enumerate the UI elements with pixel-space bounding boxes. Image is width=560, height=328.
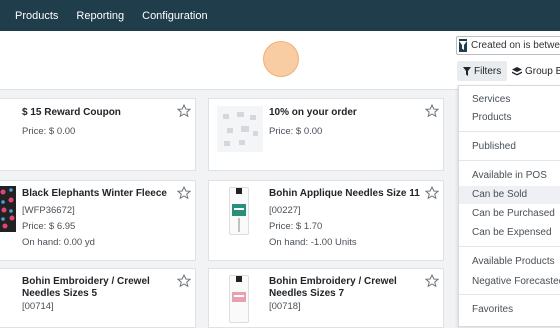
product-price: Price: $ 1.70 xyxy=(269,221,323,232)
product-image xyxy=(0,186,16,232)
product-card[interactable]: Bohin Applique Needles Size 11 [00227] P… xyxy=(208,180,444,261)
product-reference: [00714] xyxy=(22,301,54,312)
divider xyxy=(459,160,560,161)
product-onhand: On hand: -1.00 Units xyxy=(269,237,357,248)
click-indicator xyxy=(263,41,299,77)
menu-configuration[interactable]: Configuration xyxy=(142,10,207,22)
star-icon[interactable] xyxy=(177,186,191,200)
filter-can-be-sold[interactable]: Can be Sold xyxy=(472,189,527,200)
star-icon[interactable] xyxy=(425,186,439,200)
product-name: Bohin Embroidery / Crewel Needles Sizes … xyxy=(269,276,397,299)
top-navbar: Products Reporting Configuration xyxy=(0,0,560,31)
filter-available-in-pos[interactable]: Available in POS xyxy=(472,170,547,181)
facet-label: Created on is between xyxy=(471,40,560,51)
product-price: Price: $ 6.95 xyxy=(22,221,76,232)
filter-services[interactable]: Services xyxy=(472,94,510,105)
menu-products[interactable]: Products xyxy=(15,10,58,22)
product-image xyxy=(229,187,249,235)
product-price: Price: $ 0.00 xyxy=(269,126,323,137)
search-facet[interactable]: Created on is between xyxy=(456,36,560,55)
layers-icon xyxy=(512,66,522,75)
filters-dropdown: Services Products Published Available in… xyxy=(458,85,560,327)
product-name: 10% on your order xyxy=(269,107,357,118)
filter-available-products[interactable]: Available Products xyxy=(472,256,555,267)
product-card[interactable]: Black Elephants Winter Fleece [WFP36672]… xyxy=(0,180,196,261)
product-reference: [00718] xyxy=(269,301,301,312)
product-card[interactable]: Bohin Embroidery / Crewel Needles Sizes … xyxy=(208,268,444,328)
filter-icon xyxy=(459,39,467,52)
star-icon[interactable] xyxy=(425,104,439,118)
product-image xyxy=(217,106,263,152)
menu-reporting[interactable]: Reporting xyxy=(76,10,124,22)
divider xyxy=(459,131,560,132)
filters-label: Filters xyxy=(474,65,502,77)
star-icon[interactable] xyxy=(425,274,439,288)
filter-can-be-purchased[interactable]: Can be Purchased xyxy=(472,208,555,219)
product-name: Bohin Embroidery / Crewel Needles Sizes … xyxy=(22,276,150,299)
filters-button[interactable]: Filters xyxy=(457,61,508,81)
filter-can-be-expensed[interactable]: Can be Expensed xyxy=(472,227,552,238)
product-card[interactable]: Bohin Embroidery / Crewel Needles Sizes … xyxy=(0,268,196,328)
funnel-icon xyxy=(463,66,471,76)
divider xyxy=(459,294,560,295)
group-by-label: Group By xyxy=(525,65,560,77)
product-name: Black Elephants Winter Fleece xyxy=(22,188,167,199)
product-reference: [00227] xyxy=(269,205,301,216)
product-card[interactable]: 10% on your order Price: $ 0.00 xyxy=(208,98,444,171)
group-by-button[interactable]: Group By xyxy=(512,61,560,81)
product-name: Bohin Applique Needles Size 11 xyxy=(269,188,420,199)
product-name: $ 15 Reward Coupon xyxy=(22,107,121,118)
filter-favorites[interactable]: Favorites xyxy=(472,304,513,315)
product-price: Price: $ 0.00 xyxy=(22,126,76,137)
product-image xyxy=(229,275,249,323)
filter-negative-forecasted[interactable]: Negative Forecasted xyxy=(472,276,560,287)
star-icon[interactable] xyxy=(177,274,191,288)
filter-products[interactable]: Products xyxy=(472,112,511,123)
filter-published[interactable]: Published xyxy=(472,141,516,152)
product-onhand: On hand: 0.00 yd xyxy=(22,237,95,248)
star-icon[interactable] xyxy=(177,104,191,118)
divider xyxy=(459,246,560,247)
product-card[interactable]: $ 15 Reward Coupon Price: $ 0.00 xyxy=(0,98,196,171)
product-reference: [WFP36672] xyxy=(22,205,75,216)
